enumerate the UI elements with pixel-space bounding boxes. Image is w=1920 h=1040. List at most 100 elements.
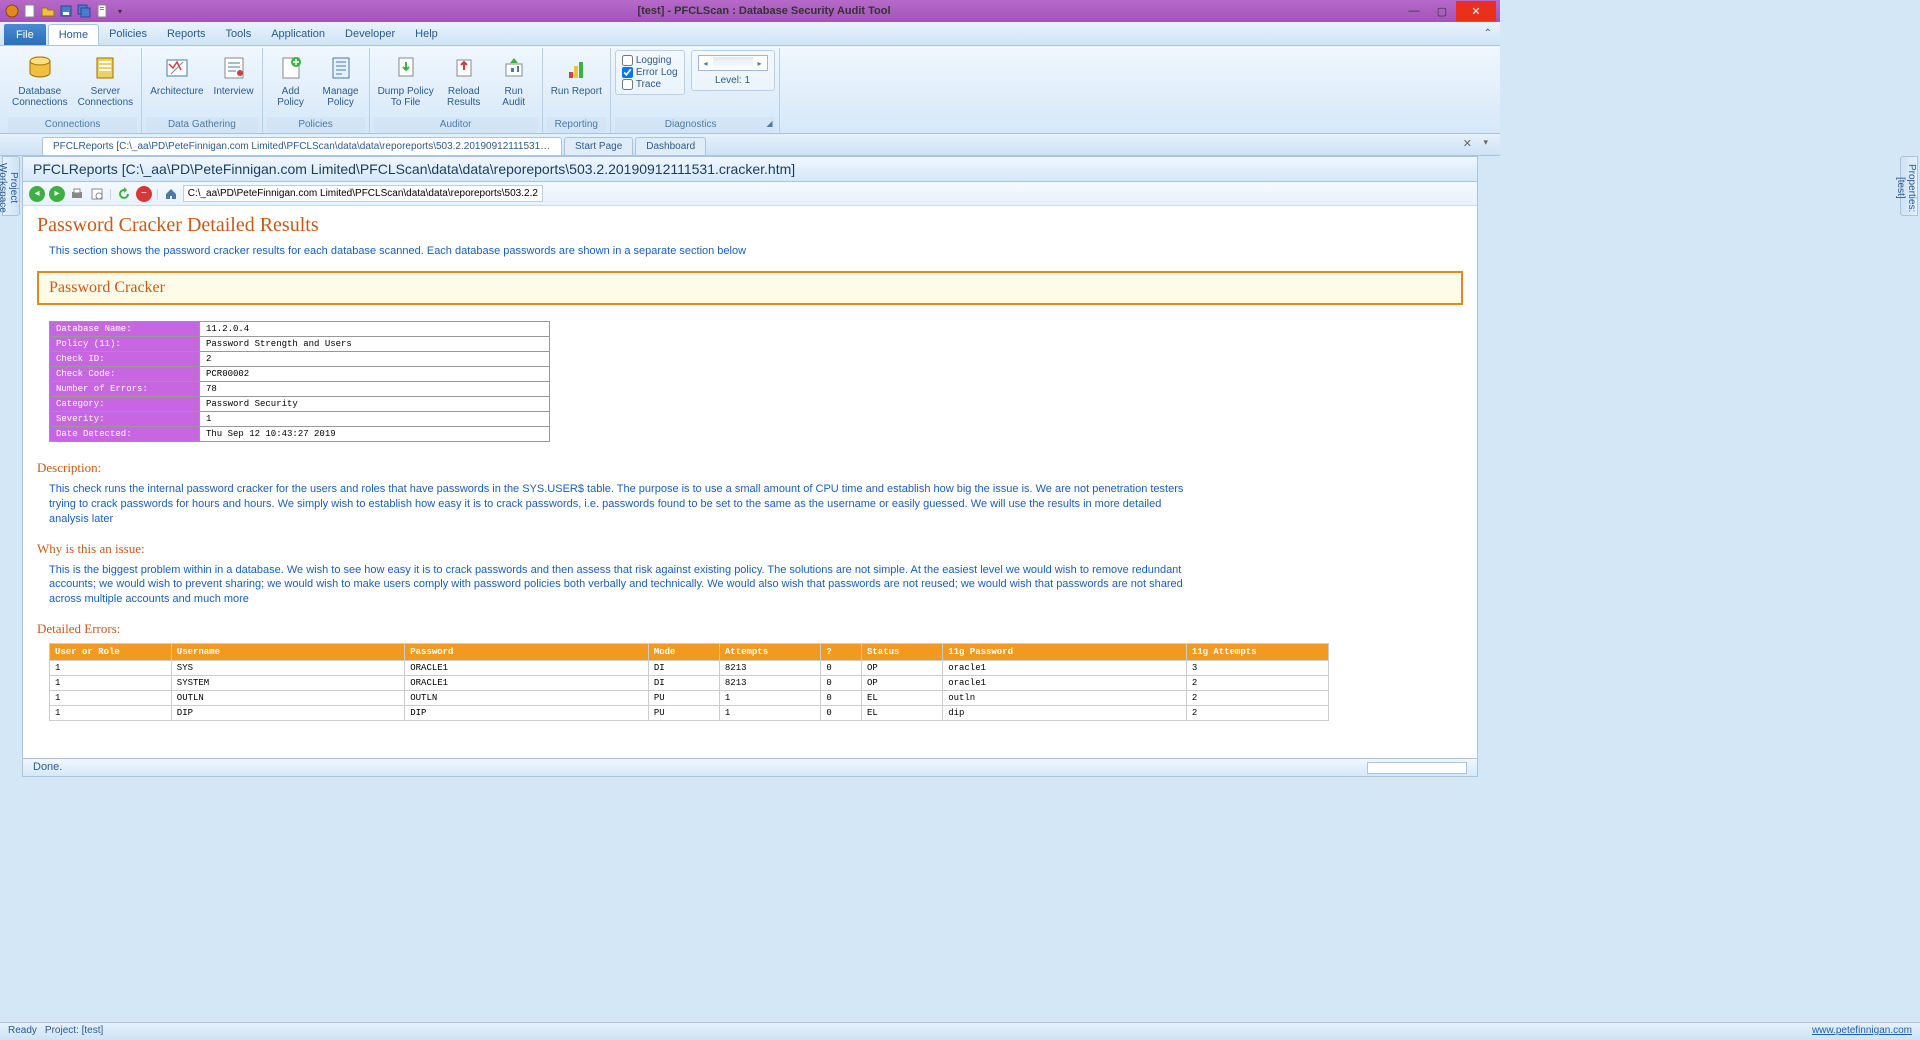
stop-icon[interactable]: − — [136, 186, 152, 202]
run-report-button[interactable]: Run Report — [547, 50, 606, 99]
maximize-button[interactable]: ▢ — [1428, 1, 1456, 21]
why-heading: Why is this an issue: — [37, 541, 1463, 557]
meta-value: 11.2.0.4 — [200, 322, 550, 337]
logging-checkbox-row[interactable]: Logging — [622, 55, 678, 66]
print-icon[interactable] — [69, 186, 85, 202]
close-button[interactable]: ✕ — [1456, 1, 1496, 21]
err-cell: 1 — [719, 691, 821, 706]
err-header: Username — [171, 644, 404, 661]
err-cell: dip — [943, 706, 1187, 721]
dump-policy-button[interactable]: Dump Policy To File — [374, 50, 438, 110]
refresh-icon[interactable] — [116, 186, 132, 202]
policies-group-label: Policies — [267, 117, 365, 133]
tab-menu-icon[interactable]: ▾ — [1483, 137, 1488, 148]
trace-checkbox-row[interactable]: Trace — [622, 79, 678, 90]
tab-help[interactable]: Help — [405, 22, 448, 45]
meta-row: Severity:1 — [50, 412, 550, 427]
manage-policy-label: Manage Policy — [322, 86, 358, 108]
err-cell: 8213 — [719, 676, 821, 691]
err-header: Mode — [648, 644, 719, 661]
interview-label: Interview — [214, 86, 254, 97]
err-cell: DI — [648, 676, 719, 691]
err-header: ? — [821, 644, 862, 661]
qat-dropdown-icon[interactable]: ▾ — [112, 3, 128, 19]
error-log-checkbox-row[interactable]: Error Log — [622, 67, 678, 78]
footer-link[interactable]: www.petefinnigan.com — [1812, 1025, 1912, 1038]
data-gathering-group-label: Data Gathering — [146, 117, 257, 133]
file-menu[interactable]: File — [4, 24, 46, 45]
tab-application[interactable]: Application — [261, 22, 335, 45]
error-log-checkbox[interactable] — [622, 67, 633, 78]
interview-button[interactable]: Interview — [210, 50, 258, 99]
qat-saveall-icon[interactable] — [76, 3, 92, 19]
err-cell: 1 — [50, 676, 172, 691]
meta-value: 1 — [200, 412, 550, 427]
nav-back-icon[interactable]: ◂ — [29, 186, 45, 202]
reload-results-button[interactable]: Reload Results — [440, 50, 488, 110]
diagnostics-launcher-icon[interactable]: ◢ — [766, 119, 772, 128]
logging-checkbox[interactable] — [622, 55, 633, 66]
err-cell: 0 — [821, 691, 862, 706]
properties-panel[interactable]: Properties: [test] — [1900, 156, 1918, 216]
meta-key: Category: — [50, 397, 200, 412]
doc-tab-start-page[interactable]: Start Page — [564, 137, 633, 155]
document-tabs: PFCLReports [C:\_aa\PD\PeteFinnigan.com … — [0, 134, 1500, 156]
tab-close-icon[interactable]: ✕ — [1463, 137, 1472, 150]
level-label: Level: 1 — [715, 75, 750, 86]
table-row: 1OUTLNOUTLNPU10ELoutln2 — [50, 691, 1329, 706]
minimize-button[interactable]: — — [1400, 1, 1428, 21]
error-log-label: Error Log — [636, 67, 678, 78]
err-cell: oracle1 — [943, 661, 1187, 676]
print-preview-icon[interactable] — [89, 186, 105, 202]
run-audit-button[interactable]: Run Audit — [490, 50, 538, 110]
doc-tab-report[interactable]: PFCLReports [C:\_aa\PD\PeteFinnigan.com … — [42, 137, 562, 155]
level-increase-button[interactable]: ▸ — [753, 56, 767, 70]
qat-open-icon[interactable] — [40, 3, 56, 19]
meta-value: Password Security — [200, 397, 550, 412]
server-connections-button[interactable]: Server Connections — [74, 50, 138, 110]
err-cell: 2 — [1186, 691, 1328, 706]
qat-new-icon[interactable] — [22, 3, 38, 19]
address-input[interactable] — [183, 185, 543, 202]
meta-key: Policy (11): — [50, 337, 200, 352]
level-track[interactable] — [713, 57, 753, 69]
tab-tools[interactable]: Tools — [216, 22, 262, 45]
title-bar: ▾ [test] - PFCLScan : Database Security … — [0, 0, 1500, 22]
architecture-icon — [161, 52, 193, 84]
err-cell: EL — [862, 706, 943, 721]
err-cell: 0 — [821, 661, 862, 676]
tab-home[interactable]: Home — [48, 24, 99, 45]
tab-reports[interactable]: Reports — [157, 22, 216, 45]
window-title: [test] - PFCLScan : Database Security Au… — [128, 5, 1400, 17]
ribbon-group-data-gathering: Architecture Interview Data Gathering — [142, 48, 262, 133]
tab-developer[interactable]: Developer — [335, 22, 405, 45]
meta-table: Database Name:11.2.0.4Policy (11):Passwo… — [49, 321, 550, 442]
auditor-group-label: Auditor — [374, 117, 538, 133]
tab-policies[interactable]: Policies — [99, 22, 157, 45]
qat-save-icon[interactable] — [58, 3, 74, 19]
add-policy-button[interactable]: Add Policy — [267, 50, 315, 110]
doc-tab-dashboard[interactable]: Dashboard — [635, 137, 706, 155]
document-toolbar: ◂ ▸ | − | — [23, 182, 1477, 206]
trace-checkbox[interactable] — [622, 79, 633, 90]
nav-forward-icon[interactable]: ▸ — [49, 186, 65, 202]
app-icon[interactable] — [4, 3, 20, 19]
architecture-button[interactable]: Architecture — [146, 50, 207, 99]
logging-label: Logging — [636, 55, 672, 66]
project-workspace-panel[interactable]: Project Workspace — [2, 156, 20, 216]
level-spinner: ◂ ▸ Level: 1 — [691, 50, 775, 91]
err-cell: SYSTEM — [171, 676, 404, 691]
add-policy-label: Add Policy — [277, 86, 304, 108]
err-cell: oracle1 — [943, 676, 1187, 691]
home-icon[interactable] — [163, 186, 179, 202]
database-connections-button[interactable]: Database Connections — [8, 50, 72, 110]
status-project: Project: [test] — [45, 1025, 103, 1038]
err-cell: 3 — [1186, 661, 1328, 676]
qat-page-icon[interactable] — [94, 3, 110, 19]
collapse-ribbon-icon[interactable]: ⌃ — [1476, 22, 1500, 45]
manage-policy-button[interactable]: Manage Policy — [317, 50, 365, 110]
level-decrease-button[interactable]: ◂ — [699, 56, 713, 70]
interview-icon — [218, 52, 250, 84]
app-status-bar: Ready Project: [test] www.petefinnigan.c… — [0, 1022, 1920, 1040]
errors-table: User or RoleUsernamePasswordModeAttempts… — [49, 643, 1329, 721]
